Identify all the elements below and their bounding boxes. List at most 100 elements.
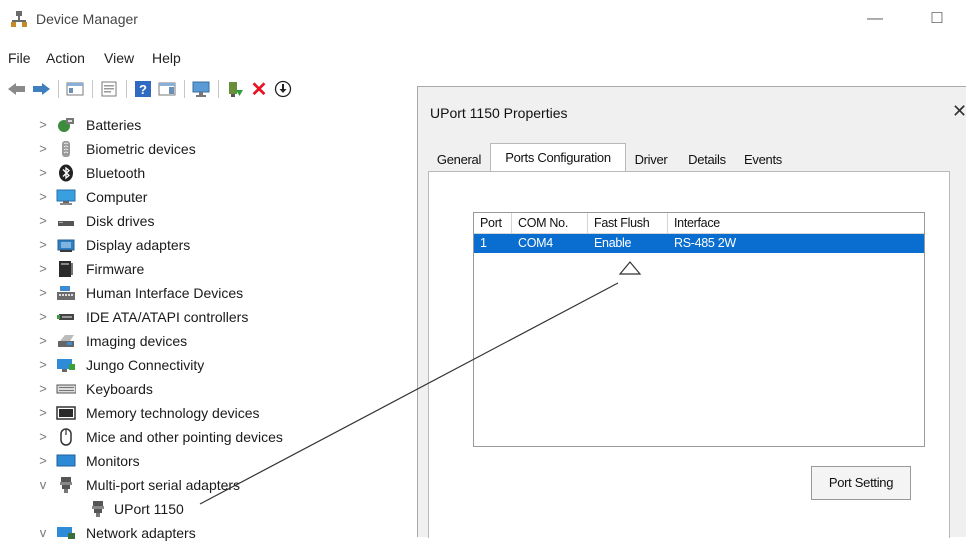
- tree-item-label: Firmware: [86, 261, 145, 277]
- chevron-right-icon[interactable]: >: [36, 405, 50, 421]
- toolbar-separator: [126, 80, 127, 98]
- tab-driver[interactable]: Driver: [626, 149, 676, 171]
- tree-item-jungo-connectivity[interactable]: > Jungo Connectivity: [0, 355, 420, 377]
- show-hide-console-tree-icon[interactable]: [64, 78, 86, 100]
- tree-item-label: Disk drives: [86, 213, 155, 229]
- menu-file[interactable]: File: [8, 50, 31, 66]
- chevron-right-icon[interactable]: >: [36, 429, 50, 445]
- chevron-right-icon[interactable]: >: [36, 261, 50, 277]
- column-header-interface[interactable]: Interface: [668, 213, 924, 233]
- port-list[interactable]: Port COM No. Fast Flush Interface 1 COM4…: [473, 212, 925, 447]
- tree-item-label: Network adapters: [86, 525, 196, 541]
- column-header-com-no[interactable]: COM No.: [512, 213, 588, 233]
- tab-events[interactable]: Events: [736, 149, 790, 171]
- device-manager-icon: [11, 11, 27, 27]
- tree-item-firmware[interactable]: > Firmware: [0, 259, 420, 281]
- menu-action[interactable]: Action: [46, 50, 85, 66]
- table-row[interactable]: 1 COM4 Enable RS-485 2W: [474, 234, 924, 253]
- firmware-icon: [59, 261, 73, 277]
- chevron-right-icon[interactable]: >: [36, 237, 50, 253]
- mouse-icon: [60, 428, 72, 446]
- bluetooth-icon: [59, 164, 73, 182]
- action-pane-icon[interactable]: [156, 78, 178, 100]
- chevron-right-icon[interactable]: >: [36, 309, 50, 325]
- menu-help[interactable]: Help: [152, 50, 181, 66]
- chevron-right-icon[interactable]: >: [36, 357, 50, 373]
- tab-ports-configuration[interactable]: Ports Configuration: [490, 143, 626, 172]
- tree-item-human-interface-devices[interactable]: > Human Interface Devices: [0, 283, 420, 305]
- title-bar: Device Manager — ☐: [0, 0, 966, 40]
- ide-controller-icon: [57, 314, 74, 320]
- tree-item-ide-ata-atapi-controllers[interactable]: > IDE ATA/ATAPI controllers: [0, 307, 420, 329]
- toolbar-separator: [92, 80, 93, 98]
- disk-drive-icon: [58, 221, 74, 226]
- forward-arrow-icon[interactable]: [30, 78, 52, 100]
- tree-item-uport-1150[interactable]: UPort 1150: [0, 499, 420, 521]
- minimize-button[interactable]: —: [860, 6, 890, 32]
- tree-item-memory-technology-devices[interactable]: > Memory technology devices: [0, 403, 420, 425]
- tree-item-display-adapters[interactable]: > Display adapters: [0, 235, 420, 257]
- batteries-icon: [58, 118, 74, 132]
- maximize-button[interactable]: ☐: [922, 6, 952, 32]
- chevron-right-icon[interactable]: >: [36, 165, 50, 181]
- toolbar-separator: [218, 80, 219, 98]
- tree-item-label: Monitors: [86, 453, 140, 469]
- tree-item-network-adapters[interactable]: v Network adapters: [0, 523, 420, 545]
- chevron-right-icon[interactable]: >: [36, 285, 50, 301]
- tree-item-biometric-devices[interactable]: > Biometric devices: [0, 139, 420, 161]
- computer-icon: [56, 189, 76, 205]
- chevron-right-icon[interactable]: >: [36, 141, 50, 157]
- help-icon[interactable]: ?: [132, 78, 154, 100]
- tree-item-label: Imaging devices: [86, 333, 188, 349]
- tree-item-imaging-devices[interactable]: > Imaging devices: [0, 331, 420, 353]
- tree-item-monitors[interactable]: > Monitors: [0, 451, 420, 473]
- chevron-right-icon[interactable]: >: [36, 213, 50, 229]
- properties-icon[interactable]: [98, 78, 120, 100]
- chevron-right-icon[interactable]: >: [36, 333, 50, 349]
- imaging-device-icon: [58, 335, 74, 347]
- tree-item-keyboards[interactable]: > Keyboards: [0, 379, 420, 401]
- tree-item-label: Biometric devices: [86, 141, 196, 157]
- dialog-title: UPort 1150 Properties: [430, 105, 568, 121]
- cell-fast-flush: Enable: [594, 236, 632, 250]
- cell-port: 1: [480, 236, 487, 250]
- tree-item-label: Display adapters: [86, 237, 191, 253]
- tree-item-disk-drives[interactable]: > Disk drives: [0, 211, 420, 233]
- ports-configuration-panel: Port COM No. Fast Flush Interface 1 COM4…: [428, 171, 950, 538]
- hid-icon: [57, 286, 75, 300]
- toolbar: ? ✕: [0, 76, 420, 104]
- back-arrow-icon[interactable]: [6, 78, 28, 100]
- chevron-right-icon[interactable]: >: [36, 381, 50, 397]
- tree-item-bluetooth[interactable]: > Bluetooth: [0, 163, 420, 185]
- chevron-down-icon[interactable]: v: [36, 525, 50, 541]
- memory-device-icon: [56, 406, 76, 420]
- cell-interface: RS-485 2W: [674, 236, 736, 250]
- tab-strip: General Ports Configuration Driver Detai…: [428, 143, 948, 172]
- computer-scan-icon[interactable]: [190, 78, 212, 100]
- tree-item-multi-port-serial-adapters[interactable]: v Multi-port serial adapters: [0, 475, 420, 497]
- disable-device-icon[interactable]: [272, 78, 294, 100]
- chevron-right-icon[interactable]: >: [36, 117, 50, 133]
- chevron-right-icon[interactable]: >: [36, 189, 50, 205]
- serial-adapter-icon: [92, 501, 104, 517]
- tab-details[interactable]: Details: [680, 149, 734, 171]
- tree-item-label: Computer: [86, 189, 148, 205]
- uninstall-device-icon[interactable]: ✕: [248, 78, 270, 101]
- chevron-right-icon[interactable]: >: [36, 453, 50, 469]
- window-title: Device Manager: [36, 11, 138, 27]
- column-header-port[interactable]: Port: [474, 213, 512, 233]
- update-driver-icon[interactable]: [224, 78, 246, 100]
- tree-item-label: Jungo Connectivity: [86, 357, 205, 373]
- keyboard-icon: [56, 384, 76, 394]
- chevron-down-icon[interactable]: v: [36, 477, 50, 493]
- toolbar-separator: [58, 80, 59, 98]
- menu-view[interactable]: View: [104, 50, 134, 66]
- port-setting-button[interactable]: Port Setting: [811, 466, 911, 500]
- tree-item-computer[interactable]: > Computer: [0, 187, 420, 209]
- tree-item-label: Mice and other pointing devices: [86, 429, 283, 445]
- column-header-fast-flush[interactable]: Fast Flush: [588, 213, 668, 233]
- tree-item-mice-and-other-pointing-devices[interactable]: > Mice and other pointing devices: [0, 427, 420, 449]
- tree-item-batteries[interactable]: > Batteries: [0, 115, 420, 137]
- close-icon[interactable]: ✕: [952, 101, 966, 122]
- tab-general[interactable]: General: [430, 149, 488, 171]
